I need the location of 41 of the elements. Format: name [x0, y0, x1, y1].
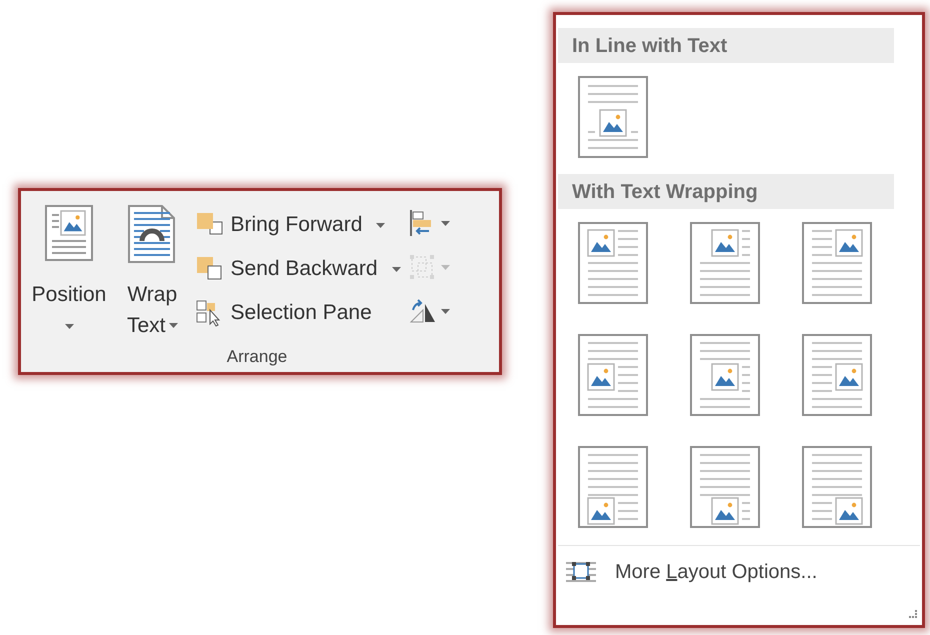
- bring-forward-button[interactable]: Bring Forward: [196, 206, 401, 244]
- send-backward-icon: [196, 256, 224, 282]
- text-wrap-layout-icon: [578, 222, 648, 304]
- text-wrap-layout-icon: [690, 222, 760, 304]
- wrap-option[interactable]: [578, 222, 648, 304]
- text-wrap-icon: [128, 205, 176, 263]
- wrap-option[interactable]: [690, 222, 760, 304]
- text-wrap-layout-icon: [802, 446, 872, 528]
- selection-pane-button[interactable]: Selection Pane: [196, 294, 401, 332]
- send-backward-button[interactable]: Send Backward: [196, 250, 401, 288]
- wrap-option[interactable]: [578, 76, 648, 158]
- wrap-option[interactable]: [578, 446, 648, 528]
- page-picture-icon: [45, 205, 93, 261]
- wrap-option[interactable]: [578, 334, 648, 416]
- text-wrap-layout-icon: [802, 334, 872, 416]
- wrap-option[interactable]: [690, 334, 760, 416]
- caret-icon: [168, 323, 178, 328]
- wrap-option[interactable]: [802, 446, 872, 528]
- caret-icon: [440, 264, 450, 270]
- text-wrap-layout-icon: [690, 446, 760, 528]
- text-wrap-layout-icon: [578, 446, 648, 528]
- text-wrap-layout-icon: [690, 334, 760, 416]
- group-objects-icon: [408, 254, 436, 280]
- text-wrap-layout-icon: [802, 222, 872, 304]
- caret-icon: [64, 324, 74, 329]
- more-layout-options-item[interactable]: More Layout Options...: [556, 546, 922, 598]
- section-header: With Text Wrapping: [558, 174, 894, 209]
- text-wrap-layout-icon: [578, 334, 648, 416]
- caret-icon: [440, 220, 450, 226]
- section-header: In Line with Text: [558, 28, 894, 63]
- wrap-option[interactable]: [690, 446, 760, 528]
- wrap-option[interactable]: [802, 334, 872, 416]
- rotate-icon: [408, 298, 436, 324]
- resize-grip-icon: [908, 609, 918, 619]
- caret-icon: [440, 308, 450, 314]
- position-button[interactable]: Position: [25, 205, 113, 344]
- wrap-option[interactable]: [802, 222, 872, 304]
- layout-options-icon: [566, 561, 596, 583]
- wrap-text-button[interactable]: Wrap Text: [123, 205, 182, 344]
- text-wrap-layout-icon: [578, 76, 648, 158]
- group-label: Arrange: [226, 346, 288, 368]
